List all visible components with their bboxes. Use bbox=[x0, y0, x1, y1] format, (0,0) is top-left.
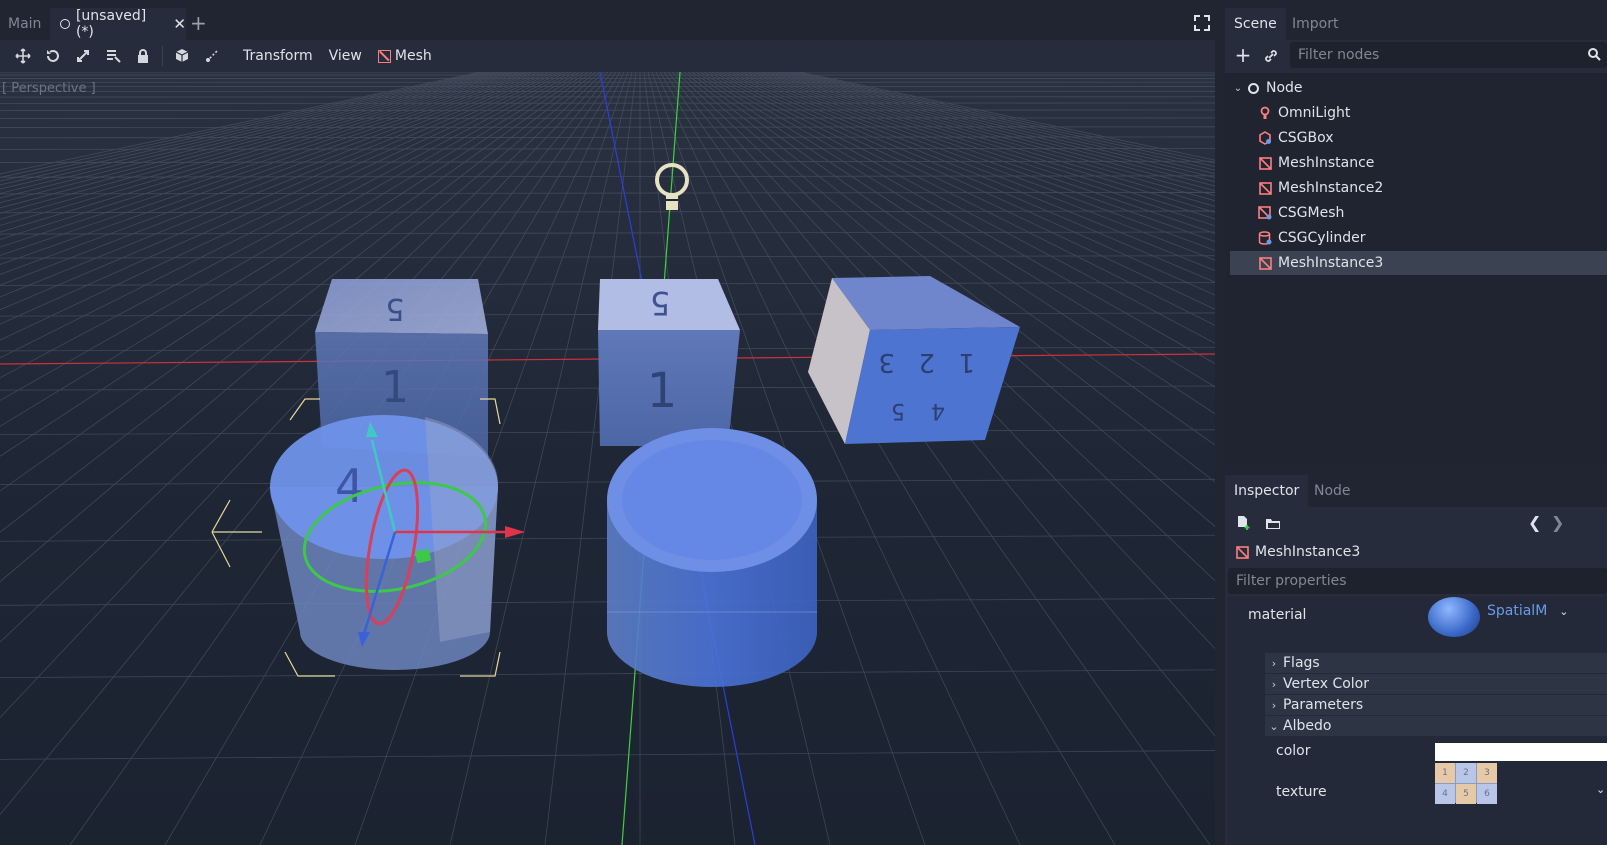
meshinstance-icon bbox=[1258, 181, 1272, 195]
viewport-canvas: 5 1 5 1 3 2 1 5 4 4 [Perspective] bbox=[0, 72, 1215, 845]
chevron-right-icon: › bbox=[1271, 698, 1277, 712]
chevron-right-icon: › bbox=[1271, 656, 1277, 670]
svg-text:3: 3 bbox=[878, 347, 895, 377]
inspected-object[interactable]: MeshInstance3 bbox=[1235, 542, 1360, 562]
link-icon[interactable] bbox=[1263, 48, 1281, 66]
svg-text:1: 1 bbox=[958, 347, 975, 377]
scene-dock-tabs: Scene Import bbox=[1225, 8, 1607, 40]
svg-text:4: 4 bbox=[931, 398, 945, 423]
tree-item-meshinstance3[interactable]: MeshInstance3 bbox=[1230, 251, 1607, 275]
add-tab-icon[interactable]: + bbox=[190, 12, 210, 34]
material-preview-sphere[interactable] bbox=[1428, 597, 1480, 637]
svg-text:4: 4 bbox=[335, 459, 364, 513]
svg-text:5: 5 bbox=[650, 284, 670, 322]
albedo-texture-preview[interactable]: 1 2 3 4 5 6 bbox=[1435, 763, 1497, 804]
lock-icon[interactable] bbox=[128, 42, 158, 70]
tree-item-meshinstance[interactable]: MeshInstance bbox=[1230, 151, 1607, 175]
move-tool-icon[interactable] bbox=[8, 42, 38, 70]
scene-tree: ⌄ Node OmniLight CSGBox MeshInstance Mes… bbox=[1225, 73, 1607, 465]
local-space-icon[interactable] bbox=[167, 42, 197, 70]
filter-nodes-input[interactable]: Filter nodes bbox=[1290, 42, 1607, 68]
meshinstance-icon bbox=[1258, 256, 1272, 270]
3d-viewport[interactable]: 5 1 5 1 3 2 1 5 4 4 [Perspective] bbox=[0, 72, 1215, 845]
history-forward-icon[interactable]: ❯ bbox=[1551, 513, 1564, 532]
chevron-down-icon: ⌄ bbox=[1269, 719, 1279, 733]
tab-inspector[interactable]: Inspector bbox=[1225, 475, 1309, 507]
csgbox-icon bbox=[1258, 131, 1272, 145]
property-list: material SpatialM ⌄ › Flags › Vertex Col… bbox=[1228, 597, 1607, 845]
albedo-color-swatch[interactable] bbox=[1435, 743, 1607, 761]
scale-tool-icon[interactable] bbox=[68, 42, 98, 70]
filter-properties-input[interactable]: Filter properties bbox=[1228, 568, 1607, 594]
open-folder-icon[interactable] bbox=[1265, 515, 1281, 535]
chevron-down-icon[interactable]: ⌄ bbox=[1559, 605, 1568, 618]
fullscreen-icon[interactable] bbox=[1193, 14, 1211, 32]
rotate-tool-icon[interactable] bbox=[38, 42, 68, 70]
meshinstance-icon bbox=[377, 49, 391, 63]
snap-icon[interactable] bbox=[197, 42, 227, 70]
svg-text:5: 5 bbox=[385, 291, 404, 326]
section-flags[interactable]: › Flags bbox=[1265, 653, 1607, 673]
csgcylinder-icon bbox=[1258, 231, 1272, 245]
svg-text:1: 1 bbox=[647, 363, 678, 419]
csgcylinder-mesh[interactable] bbox=[607, 428, 817, 687]
search-icon bbox=[1587, 47, 1601, 65]
meshinstance-icon bbox=[1258, 156, 1272, 170]
tab-node[interactable]: Node bbox=[1305, 475, 1360, 507]
transform-menu[interactable]: Transform bbox=[235, 48, 321, 64]
omnilight-icon bbox=[1258, 106, 1272, 120]
node-icon bbox=[60, 19, 70, 29]
tree-item-csgmesh[interactable]: CSGMesh bbox=[1230, 201, 1607, 225]
section-vertex-color[interactable]: › Vertex Color bbox=[1265, 674, 1607, 694]
scene-tab-bar: Main [unsaved](*) ✕ + bbox=[0, 0, 1225, 40]
tree-item-node[interactable]: ⌄ Node bbox=[1230, 76, 1607, 100]
scene-tree-panel: + Filter nodes ⌄ Node OmniLight CSGBox M… bbox=[1225, 40, 1607, 465]
svg-text:2: 2 bbox=[918, 347, 935, 377]
view-menu[interactable]: View bbox=[321, 48, 370, 64]
meshinstance-icon bbox=[1235, 545, 1249, 559]
inspector-panel: ❮ ❯ MeshInstance3 Filter properties mate… bbox=[1225, 507, 1607, 845]
section-parameters[interactable]: › Parameters bbox=[1265, 695, 1607, 715]
tab-main[interactable]: Main bbox=[0, 8, 48, 40]
inspector-dock-tabs: Inspector Node bbox=[1225, 475, 1607, 507]
albedo-color-label: color bbox=[1276, 743, 1311, 759]
viewport-perspective-label[interactable]: [ Perspective ] bbox=[2, 81, 96, 96]
chevron-down-icon[interactable]: ⌄ bbox=[1230, 83, 1246, 94]
spatial-toolbar: Transform View Mesh bbox=[0, 40, 1215, 72]
meshinstance-box[interactable]: 5 1 bbox=[598, 279, 740, 446]
albedo-texture-label: texture bbox=[1276, 784, 1327, 800]
tree-item-meshinstance2[interactable]: MeshInstance2 bbox=[1230, 176, 1607, 200]
tab-scene[interactable]: Scene bbox=[1225, 8, 1286, 40]
csgmesh-icon bbox=[1258, 206, 1272, 220]
material-property-label: material bbox=[1248, 607, 1307, 623]
history-back-icon[interactable]: ❮ bbox=[1528, 513, 1541, 532]
tab-import[interactable]: Import bbox=[1283, 8, 1347, 40]
list-select-icon[interactable] bbox=[98, 42, 128, 70]
mesh-menu[interactable]: Mesh bbox=[370, 48, 440, 64]
material-resource-button[interactable]: SpatialM ⌄ bbox=[1487, 601, 1569, 621]
section-albedo[interactable]: ⌄ Albedo bbox=[1265, 716, 1607, 736]
node-icon bbox=[1246, 81, 1260, 95]
add-node-icon[interactable]: + bbox=[1233, 45, 1253, 66]
tree-item-csgbox[interactable]: CSGBox bbox=[1230, 126, 1607, 150]
tab-unsaved[interactable]: [unsaved](*) ✕ bbox=[50, 8, 186, 40]
chevron-right-icon: › bbox=[1271, 677, 1277, 691]
tree-item-csgcylinder[interactable]: CSGCylinder bbox=[1230, 226, 1607, 250]
svg-text:5: 5 bbox=[891, 398, 905, 423]
new-resource-icon[interactable] bbox=[1235, 515, 1251, 535]
close-icon[interactable]: ✕ bbox=[173, 15, 186, 33]
chevron-down-icon[interactable]: ⌄ bbox=[1596, 783, 1605, 796]
svg-text:1: 1 bbox=[381, 362, 409, 413]
tree-item-omnilight[interactable]: OmniLight bbox=[1230, 101, 1607, 125]
